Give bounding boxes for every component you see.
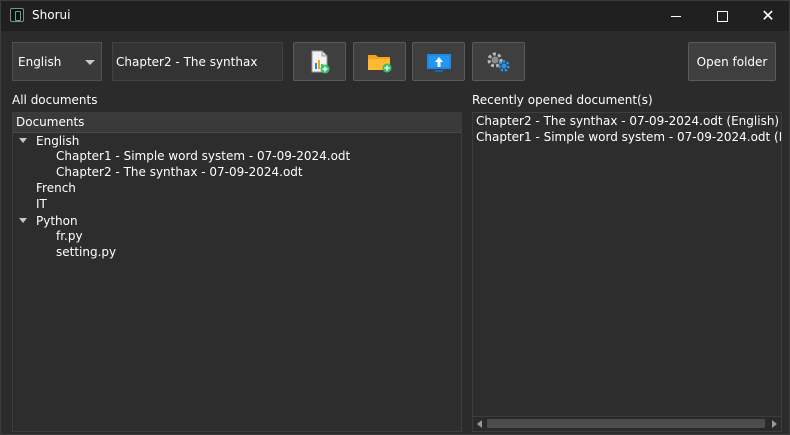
horizontal-scrollbar[interactable]	[473, 416, 781, 431]
recent-item[interactable]: Chapter1 - Simple word system - 07-09-20…	[476, 130, 781, 146]
expand-arrow-icon[interactable]	[19, 218, 27, 223]
new-document-button[interactable]	[293, 42, 346, 81]
scroll-left-icon[interactable]	[477, 420, 482, 428]
export-icon	[426, 53, 451, 72]
tree-item-file[interactable]: Chapter2 - The synthax - 07-09-2024.odt	[56, 165, 303, 181]
title-bar[interactable]: Shorui ✕	[1, 1, 789, 31]
close-icon: ✕	[761, 6, 775, 25]
all-documents-label: All documents	[12, 93, 98, 107]
tree-header-label: Documents	[16, 115, 85, 129]
document-name-input[interactable]	[112, 42, 283, 81]
settings-icon	[487, 52, 510, 72]
window-title: Shorui	[32, 8, 71, 22]
scrollbar-thumb[interactable]	[487, 419, 765, 428]
tree-item-file[interactable]: setting.py	[56, 245, 116, 261]
tree-item-file[interactable]: Chapter1 - Simple word system - 07-09-20…	[56, 149, 350, 165]
chevron-down-icon	[85, 60, 95, 65]
recent-documents-list[interactable]: Chapter2 - The synthax - 07-09-2024.odt …	[472, 112, 782, 432]
minimize-button[interactable]	[653, 1, 699, 31]
app-window: Shorui ✕ English Chapter2 - The synthax …	[0, 0, 790, 435]
recent-documents-label: Recently opened document(s)	[472, 93, 653, 107]
app-icon	[10, 8, 24, 22]
open-folder-button[interactable]: Open folder	[688, 42, 776, 81]
settings-button[interactable]	[472, 42, 525, 81]
tree-item-file[interactable]: fr.py	[56, 229, 83, 245]
documents-tree[interactable]: Documents English Chapter1 - Simple word…	[12, 112, 462, 432]
export-button[interactable]	[412, 42, 465, 81]
tree-item-python[interactable]: Python	[13, 213, 461, 229]
new-folder-icon	[367, 54, 391, 72]
tree-item-it[interactable]: IT	[36, 197, 47, 213]
recent-item[interactable]: Chapter2 - The synthax - 07-09-2024.odt …	[476, 114, 779, 130]
scroll-right-icon[interactable]	[772, 420, 777, 428]
new-document-icon	[311, 50, 329, 73]
maximize-icon	[716, 10, 728, 22]
tree-header[interactable]: Documents	[13, 113, 461, 133]
tree-item-label: English	[36, 134, 80, 148]
language-value: English	[18, 55, 62, 69]
minimize-icon	[671, 15, 681, 17]
tree-item-label: Python	[36, 214, 78, 228]
expand-arrow-icon[interactable]	[19, 138, 27, 143]
tree-item-french[interactable]: French	[36, 181, 76, 197]
close-button[interactable]: ✕	[745, 1, 790, 31]
maximize-button[interactable]	[699, 1, 745, 31]
new-folder-button[interactable]	[353, 42, 406, 81]
language-select[interactable]: English	[12, 42, 102, 81]
tree-item-english[interactable]: English	[13, 133, 461, 149]
